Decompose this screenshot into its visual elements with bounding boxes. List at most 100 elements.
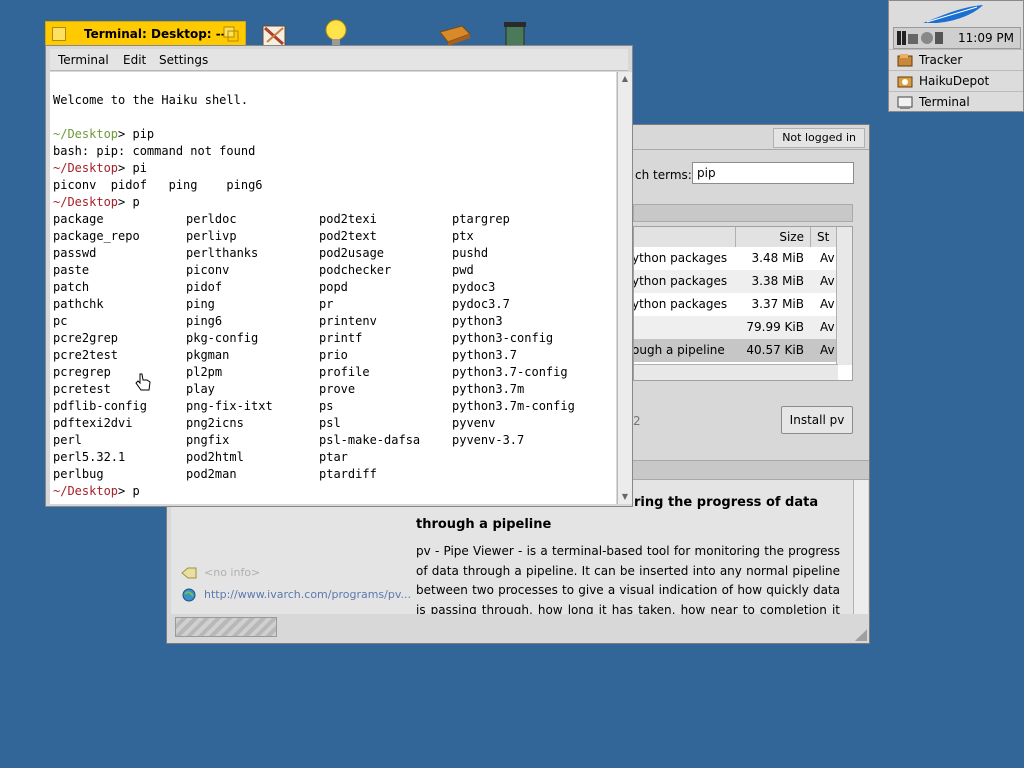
rating-tag-icon <box>181 567 197 579</box>
terminal-scrollbar[interactable]: ▲ ▼ <box>617 72 632 504</box>
login-status-button[interactable]: Not logged in <box>773 128 865 148</box>
menu-edit[interactable]: Edit <box>123 53 146 67</box>
install-button[interactable]: Install pv <box>781 406 853 434</box>
completion-item: perl5.32.1 <box>53 450 126 464</box>
completion-item: ptardiff <box>319 467 377 481</box>
welcome-line: Welcome to the Haiku shell. <box>53 93 249 107</box>
completion-item: pcretest <box>53 382 111 396</box>
tray-icons <box>897 30 945 49</box>
prompt-line: ~/Desktop> pip <box>53 127 155 141</box>
completion-item: ptar <box>319 450 348 464</box>
package-size: 3.48 MiB <box>751 251 804 265</box>
scroll-down-arrow-icon[interactable]: ▼ <box>618 490 632 504</box>
window-title: Terminal: Desktop: -- <box>84 27 226 41</box>
completion-item: pc <box>53 314 68 328</box>
completion-item: pod2html <box>186 450 244 464</box>
terminal-screen[interactable]: Welcome to the Haiku shell. ~/Desktop> p… <box>50 72 616 504</box>
package-list-vertical-scrollbar[interactable] <box>836 227 852 365</box>
resize-handle[interactable] <box>855 629 867 641</box>
completion-item: prio <box>319 348 348 362</box>
prompt-path: ~/Desktop <box>53 195 119 209</box>
completion-item: package <box>53 212 104 226</box>
completion-item: package_repo <box>53 229 140 243</box>
package-description: pv - Pipe Viewer - is a terminal-based t… <box>416 544 840 614</box>
column-header-size[interactable]: Size <box>735 227 810 247</box>
prompt-line: ~/Desktop> p <box>53 484 140 498</box>
package-size: 40.57 KiB <box>746 343 804 357</box>
completion-item: perlthanks <box>186 246 259 260</box>
completion-item: psl-make-dafsa <box>319 433 421 447</box>
completion-item: pkg-config <box>186 331 259 345</box>
completion-item: pl2pm <box>186 365 223 379</box>
completion-item: python3.7m-config <box>452 399 575 413</box>
package-list-tabs[interactable] <box>633 204 853 222</box>
command-text: p <box>132 484 140 498</box>
network-status-icon[interactable] <box>897 30 945 46</box>
prompt-path: ~/Desktop <box>53 127 119 141</box>
completion-item: play <box>186 382 215 396</box>
table-row[interactable]: 79.99 KiB Av <box>634 316 838 339</box>
completion-item: ps <box>319 399 334 413</box>
table-row-selected[interactable]: ough a pipeline 40.57 KiB Av <box>634 339 838 362</box>
column-header-status[interactable]: St <box>810 227 838 247</box>
completion-item: pod2man <box>186 467 237 481</box>
table-row[interactable]: ython packages 3.38 MiB Av <box>634 270 838 293</box>
scroll-up-arrow-icon[interactable]: ▲ <box>618 72 632 86</box>
completion-item: pcre2grep <box>53 331 119 345</box>
details-tab-bar[interactable] <box>633 460 869 480</box>
package-title-line2: through a pipeline <box>416 517 552 532</box>
table-row[interactable]: ython packages 3.37 MiB Av <box>634 293 838 316</box>
details-scrollbar[interactable] <box>853 480 868 614</box>
completion-item: ptargrep <box>452 212 510 226</box>
menu-settings[interactable]: Settings <box>159 53 208 67</box>
completion-item: ping6 <box>186 314 223 328</box>
completion-item: profile <box>319 365 370 379</box>
rating-row: <no info> <box>181 566 301 582</box>
table-row[interactable]: ython packages 3.48 MiB Av <box>634 247 838 270</box>
deskbar-item-label: Terminal <box>919 95 970 109</box>
completion-item: perlivp <box>186 229 237 243</box>
deskbar-item-haikudepot[interactable]: HaikuDepot <box>889 70 1023 91</box>
terminal-title-tab[interactable]: Terminal: Desktop: -- <box>45 21 246 46</box>
search-terms-label: ch terms: <box>635 168 692 182</box>
completion-item: python3.7 <box>452 348 518 362</box>
completion-item: pathchk <box>53 297 104 311</box>
haikudepot-icon <box>897 76 913 88</box>
package-size: 3.37 MiB <box>751 297 804 311</box>
completion-item: python3 <box>452 314 503 328</box>
close-button[interactable] <box>52 27 66 41</box>
haiku-leaf-icon[interactable] <box>919 3 989 25</box>
zoom-button[interactable] <box>223 26 239 42</box>
completion-item: patch <box>53 280 90 294</box>
package-list-horizontal-scrollbar[interactable] <box>634 364 838 380</box>
completion-item: pyvenv <box>452 416 496 430</box>
deskbar-item-label: Tracker <box>919 53 963 67</box>
completion-item: pydoc3 <box>452 280 496 294</box>
globe-icon <box>182 588 196 602</box>
hand-cursor-icon <box>135 373 151 391</box>
homepage-link[interactable]: http://www.ivarch.com/programs/pv... <box>204 588 411 601</box>
package-list: Size St ython packages 3.48 MiB Av ython… <box>633 226 853 381</box>
command-text: pi <box>132 161 147 175</box>
completion-item: pdflib-config <box>53 399 147 413</box>
completion-item: ping <box>186 297 215 311</box>
completion-item: paste <box>53 263 90 277</box>
terminal-icon <box>897 96 913 109</box>
completion-item: perlbug <box>53 467 104 481</box>
deskbar-item-tracker[interactable]: Tracker <box>889 49 1023 70</box>
clock[interactable]: 11:09 PM <box>958 31 1014 45</box>
completion-item: pr <box>319 297 334 311</box>
completion-item: pod2texi <box>319 212 377 226</box>
completion-item: pushd <box>452 246 489 260</box>
completion-item: printf <box>319 331 363 345</box>
completion-item: png-fix-itxt <box>186 399 273 413</box>
completion-item: perl <box>53 433 82 447</box>
completion-item: pidof <box>186 280 223 294</box>
completion-item: perldoc <box>186 212 237 226</box>
prompt-path: ~/Desktop <box>53 161 119 175</box>
search-input[interactable] <box>692 162 854 184</box>
completion-item: prove <box>319 382 356 396</box>
menu-terminal[interactable]: Terminal <box>58 53 109 67</box>
deskbar-item-terminal[interactable]: Terminal <box>889 91 1023 112</box>
package-size: 79.99 KiB <box>746 320 804 334</box>
